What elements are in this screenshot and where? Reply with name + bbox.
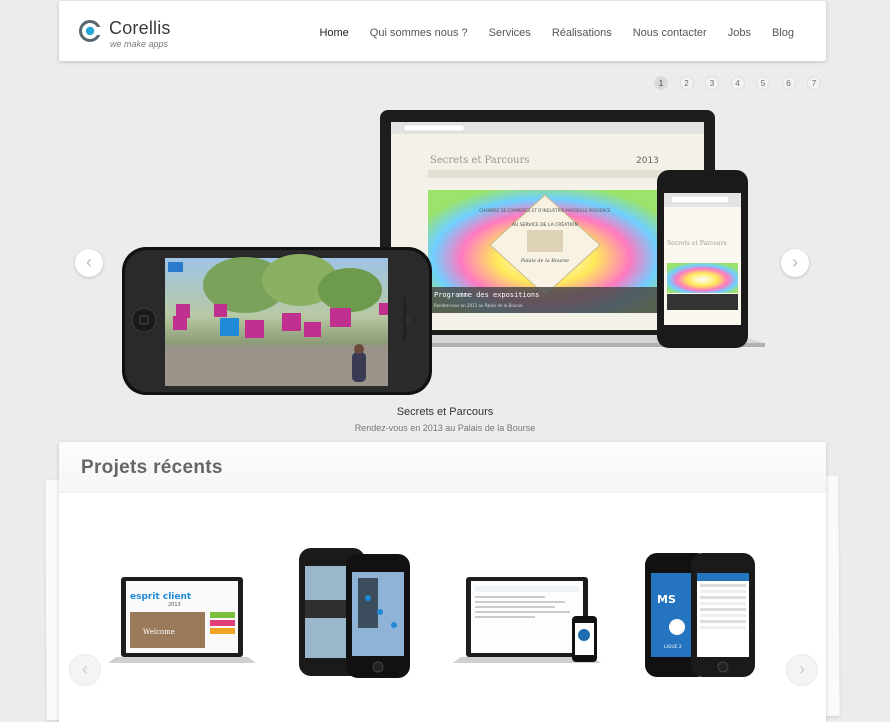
recent-projects-thumbnails: esprit client 2013 Welcome MS LIGUE 2 — [108, 548, 755, 678]
project-1-year: 2013 — [168, 602, 181, 608]
chevron-left-icon: ‹ — [86, 252, 92, 272]
corellis-logo-icon — [79, 20, 101, 42]
nav-about[interactable]: Qui sommes nous ? — [370, 27, 468, 39]
slider-page-6[interactable]: 6 — [781, 76, 796, 90]
site-header: Corellis we make apps Home Qui sommes no… — [59, 1, 826, 61]
recent-projects-title: Projets récents — [81, 457, 223, 478]
hero-caption-title: Secrets et Parcours — [396, 406, 494, 418]
project-1-welcome: Welcome — [143, 628, 175, 636]
slider-page-2[interactable]: 2 — [679, 76, 694, 90]
nav-contact[interactable]: Nous contacter — [633, 27, 707, 39]
laptop-site-brand: Secrets et Parcours — [430, 155, 530, 166]
nav-jobs[interactable]: Jobs — [728, 27, 751, 39]
project-3-thumbnail — [453, 577, 601, 663]
project-4-sub: LIGUE 2 — [664, 644, 682, 650]
slider-page-5[interactable]: 5 — [756, 76, 770, 90]
nav-services[interactable]: Services — [489, 27, 531, 39]
projects-prev-button[interactable]: ‹ — [69, 654, 101, 686]
hero-caption-subtitle: Rendez-vous en 2013 au Palais de la Bour… — [354, 423, 536, 433]
slider-prev-button[interactable]: ‹ — [75, 249, 103, 277]
phone-site-brand: Secrets et Parcours — [667, 240, 727, 247]
chevron-right-icon: › — [792, 252, 798, 272]
slider-page-7[interactable]: 7 — [807, 76, 821, 90]
project-4-brand: MS — [657, 593, 676, 606]
slider-page-4[interactable]: 4 — [730, 76, 745, 90]
laptop-site-year: 2013 — [636, 156, 659, 166]
slider-page-1[interactable]: 1 — [654, 76, 668, 90]
project-1-brand: esprit client — [130, 592, 192, 602]
logo[interactable]: Corellis we make apps — [79, 18, 189, 49]
project-4-thumbnail: MS LIGUE 2 — [645, 553, 755, 677]
laptop-chamber-text: CHAMBRE DE COMMERCE ET D'INDUSTRIE MARSE… — [479, 208, 611, 213]
nav-home[interactable]: Home — [319, 27, 348, 39]
slider-next-button[interactable]: › — [781, 249, 809, 277]
projects-next-button[interactable]: › — [786, 654, 818, 686]
android-phone-mockup: Secrets et Parcours — [657, 170, 748, 348]
laptop-banner-sub: Rendez-vous en 2013 au Palais de la Bour… — [434, 303, 523, 308]
laptop-palais-text: Palais de la Bourse — [520, 258, 569, 264]
chevron-right-icon: › — [799, 659, 805, 679]
logo-tagline: we make apps — [110, 39, 169, 49]
main-nav: Home Qui sommes nous ? Services Réalisat… — [298, 27, 794, 39]
chevron-left-icon: ‹ — [82, 659, 88, 679]
nav-realisations[interactable]: Réalisations — [552, 27, 612, 39]
project-1-thumbnail: esprit client 2013 Welcome — [108, 577, 256, 663]
slider-pagination: 1 2 3 4 5 6 7 — [654, 76, 833, 90]
laptop-banner-text: Programme des expositions — [434, 291, 539, 299]
slider-page-3[interactable]: 3 — [705, 76, 719, 90]
project-2-thumbnail — [299, 548, 410, 678]
hero-slide-image: Secrets et Parcours 2013 CHAMBRE DE COMM… — [122, 110, 765, 395]
iphone-mockup — [122, 247, 432, 395]
logo-name: Corellis — [109, 18, 171, 38]
nav-blog[interactable]: Blog — [772, 27, 794, 39]
